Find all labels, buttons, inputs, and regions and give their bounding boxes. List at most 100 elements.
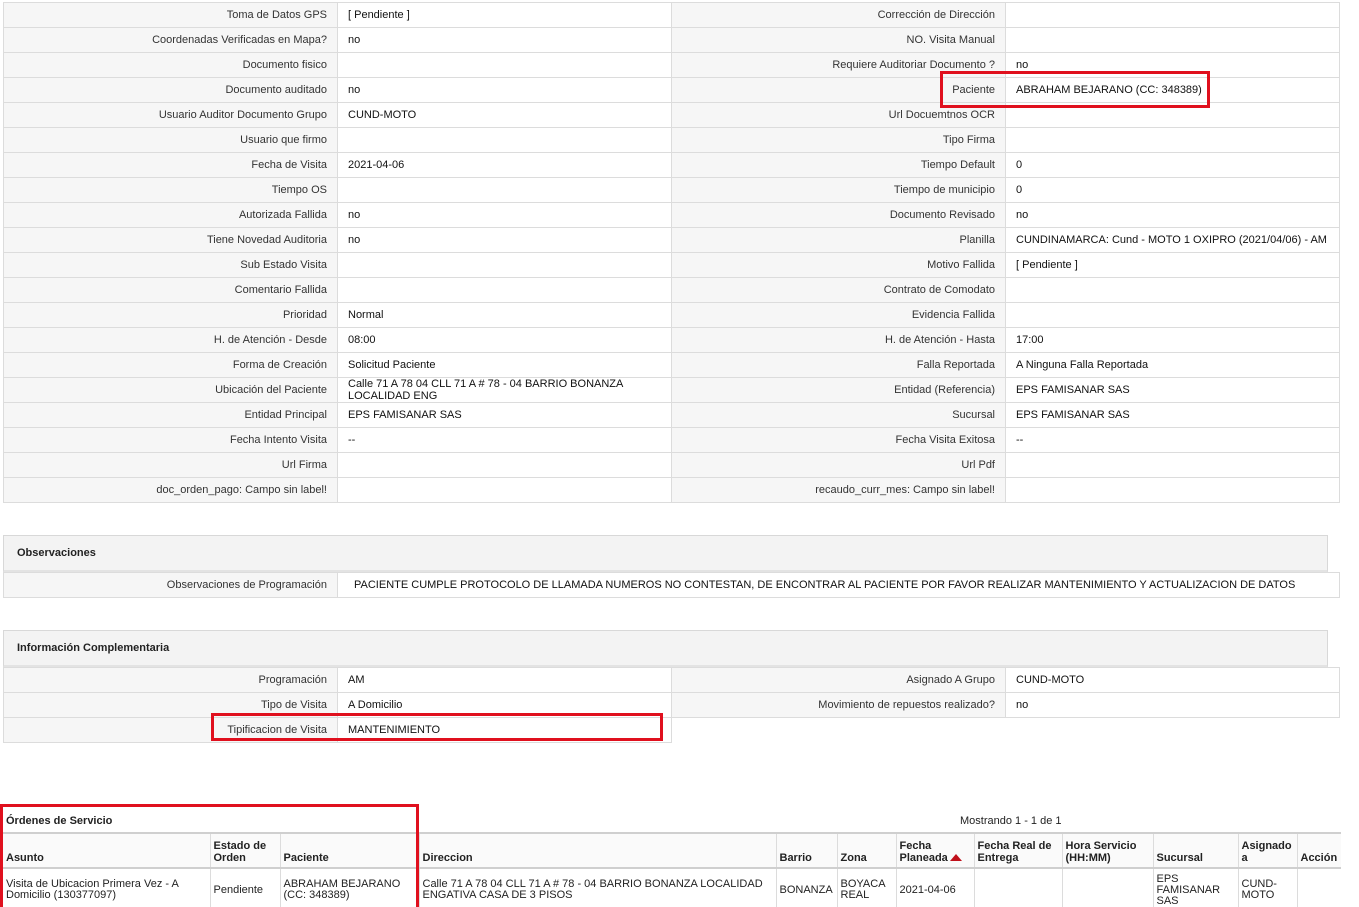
- tipificacion-row: Tipificacion de Visita MANTENIMIENTO: [3, 717, 672, 743]
- asignado-a-grupo-label: Asignado A Grupo: [671, 667, 1006, 693]
- info-complementaria-table: Programación AM Asignado A Grupo CUND-MOTO T…: [3, 667, 1340, 718]
- url-docuemtnos-ocr-label: Url Docuemtnos OCR: [671, 102, 1006, 128]
- detail-row: Usuario que firmo Tipo Firma: [3, 127, 1340, 153]
- contrato-de-comodato-value: [1005, 277, 1340, 303]
- col-hora[interactable]: Hora Servicio (HH:MM): [1061, 833, 1153, 869]
- contrato-de-comodato-label: Contrato de Comodato: [671, 277, 1006, 303]
- detail-row: Documento fisico Requiere Auditoriar Docu…: [3, 52, 1340, 78]
- detail-row: Toma de Datos GPS[ Pendiente ] Corrección…: [3, 2, 1340, 28]
- tipo-firma-value: [1005, 127, 1340, 153]
- order-fecha-real: [973, 868, 1062, 907]
- order-hora: [1061, 868, 1153, 907]
- col-asunto[interactable]: Asunto: [3, 833, 210, 869]
- detail-row: Comentario Fallida Contrato de Comodato: [3, 277, 1340, 303]
- no-visita-manual-value: [1005, 27, 1340, 53]
- planilla-value: CUNDINAMARCA: Cund - MOTO 1 OXIPRO (2021…: [1005, 227, 1340, 253]
- tipo-de-visita-label: Tipo de Visita: [3, 692, 338, 718]
- documento-fisico-value: [337, 52, 672, 78]
- comentario-fallida-label: Comentario Fallida: [3, 277, 338, 303]
- fecha-visita-exitosa-value: --: [1005, 427, 1340, 453]
- detail-row: Sub Estado Visita Motivo Fallida[ Pendien…: [3, 252, 1340, 278]
- col-sucursal[interactable]: Sucursal: [1152, 833, 1238, 869]
- info-complementaria-title: Información Complementaria: [17, 642, 170, 654]
- order-accion[interactable]: [1296, 868, 1341, 907]
- tiempo-de-municipio-label: Tiempo de municipio: [671, 177, 1006, 203]
- col-zona[interactable]: Zona: [836, 833, 896, 869]
- order-zona: BOYACA REAL: [836, 868, 896, 907]
- table-row[interactable]: Visita de Ubicacion Primera Vez - A Domi…: [3, 868, 1341, 907]
- entidad-principal-value: EPS FAMISANAR SAS: [337, 402, 672, 428]
- tipo-de-visita-value: A Domicilio: [337, 692, 672, 718]
- autorizada-fallida-value: no: [337, 202, 672, 228]
- order-fecha-planeada: 2021-04-06: [895, 868, 974, 907]
- url-pdf-label: Url Pdf: [671, 452, 1006, 478]
- order-sucursal: EPS FAMISANAR SAS: [1152, 868, 1238, 907]
- tipificacion-label: Tipificacion de Visita: [3, 717, 338, 743]
- prioridad-label: Prioridad: [3, 302, 338, 328]
- documento-revisado-value: no: [1005, 202, 1340, 228]
- planilla-label: Planilla: [671, 227, 1006, 253]
- detail-row: Programación AM Asignado A Grupo CUND-MOTO: [3, 667, 1340, 693]
- col-paciente[interactable]: Paciente: [279, 833, 419, 869]
- order-asignado: CUND-MOTO: [1237, 868, 1297, 907]
- comentario-fallida-value: [337, 277, 672, 303]
- movimiento-de-repuestos-realizado-label: Movimiento de repuestos realizado?: [671, 692, 1006, 718]
- motivo-fallida-value: [ Pendiente ]: [1005, 252, 1340, 278]
- autorizada-fallida-label: Autorizada Fallida: [3, 202, 338, 228]
- detail-row: Autorizada Fallida no Documento Revisado …: [3, 202, 1340, 228]
- tiempo-default-label: Tiempo Default: [671, 152, 1006, 178]
- fecha-de-visita-label: Fecha de Visita: [3, 152, 338, 178]
- h-de-atencion-hasta-label: H. de Atención - Hasta: [671, 327, 1006, 353]
- usuario-que-firmo-value: [337, 127, 672, 153]
- detail-row: Fecha de Visita 2021-04-06 Tiempo Default…: [3, 152, 1340, 178]
- falla-reportada-value: A Ninguna Falla Reportada: [1005, 352, 1340, 378]
- fecha-visita-exitosa-label: Fecha Visita Exitosa: [671, 427, 1006, 453]
- col-accion: Acción: [1296, 833, 1341, 869]
- detail-row: Ubicación del Paciente Calle 71 A 78 04 C…: [3, 377, 1340, 403]
- toma-de-datos-gps-value: [ Pendiente ]: [337, 2, 672, 28]
- usuario-auditor-documento-grupo-value: CUND-MOTO: [337, 102, 672, 128]
- col-barrio[interactable]: Barrio: [775, 833, 837, 869]
- order-paciente: ABRAHAM BEJARANO (CC: 348389): [279, 868, 419, 907]
- col-estado[interactable]: Estado de Orden: [209, 833, 280, 869]
- ubicacion-del-paciente-label: Ubicación del Paciente: [3, 377, 338, 403]
- toma-de-datos-gps-label: Toma de Datos GPS: [3, 2, 338, 28]
- col-direccion[interactable]: Direccion: [418, 833, 776, 869]
- requiere-auditoriar-documento-label: Requiere Auditoriar Documento ?: [671, 52, 1006, 78]
- h-de-atencion-desde-value: 08:00: [337, 327, 672, 353]
- asignado-a-grupo-value: CUND-MOTO: [1005, 667, 1340, 693]
- observaciones-label: Observaciones de Programación: [3, 572, 338, 598]
- observaciones-title: Observaciones: [17, 547, 96, 559]
- order-barrio: BONANZA: [775, 868, 837, 907]
- tiene-novedad-auditoria-value: no: [337, 227, 672, 253]
- doc-orden-pago-campo-sin-label-value: [337, 477, 672, 503]
- visit-detail-table: Toma de Datos GPS[ Pendiente ] Corrección…: [3, 2, 1340, 503]
- sucursal-label: Sucursal: [671, 402, 1006, 428]
- h-de-atencion-hasta-value: 17:00: [1005, 327, 1340, 353]
- col-fecha-real[interactable]: Fecha Real de Entrega: [973, 833, 1062, 869]
- detail-row: Entidad Principal EPS FAMISANAR SAS Sucurs…: [3, 402, 1340, 428]
- tipo-firma-label: Tipo Firma: [671, 127, 1006, 153]
- tiempo-os-label: Tiempo OS: [3, 177, 338, 203]
- observaciones-table: Observaciones de Programación PACIENTE C…: [3, 572, 1340, 598]
- entidad-referencia-label: Entidad (Referencia): [671, 377, 1006, 403]
- no-visita-manual-label: NO. Visita Manual: [671, 27, 1006, 53]
- col-asignado[interactable]: Asignado a: [1237, 833, 1297, 869]
- tiempo-de-municipio-value: 0: [1005, 177, 1340, 203]
- col-fecha-planeada[interactable]: Fecha Planeada: [895, 833, 974, 869]
- recaudo-curr-mes-campo-sin-label-value: [1005, 477, 1340, 503]
- detail-row: Prioridad Normal Evidencia Fallida: [3, 302, 1340, 328]
- correccion-de-direccion-label: Corrección de Dirección: [671, 2, 1006, 28]
- tiempo-os-value: [337, 177, 672, 203]
- documento-auditado-value: no: [337, 77, 672, 103]
- order-estado: Pendiente: [209, 868, 280, 907]
- url-firma-label: Url Firma: [3, 452, 338, 478]
- prioridad-value: Normal: [337, 302, 672, 328]
- tipificacion-value: MANTENIMIENTO: [337, 717, 672, 743]
- detail-row: Tipo de Visita A Domicilio Movimiento de r…: [3, 692, 1340, 718]
- recaudo-curr-mes-campo-sin-label-label: recaudo_curr_mes: Campo sin label!: [671, 477, 1006, 503]
- order-asunto[interactable]: Visita de Ubicacion Primera Vez - A Domi…: [3, 868, 210, 907]
- entidad-principal-label: Entidad Principal: [3, 402, 338, 428]
- detail-row: doc_orden_pago: Campo sin label! recaudo_…: [3, 477, 1340, 503]
- paciente-value: ABRAHAM BEJARANO (CC: 348389): [1005, 77, 1340, 103]
